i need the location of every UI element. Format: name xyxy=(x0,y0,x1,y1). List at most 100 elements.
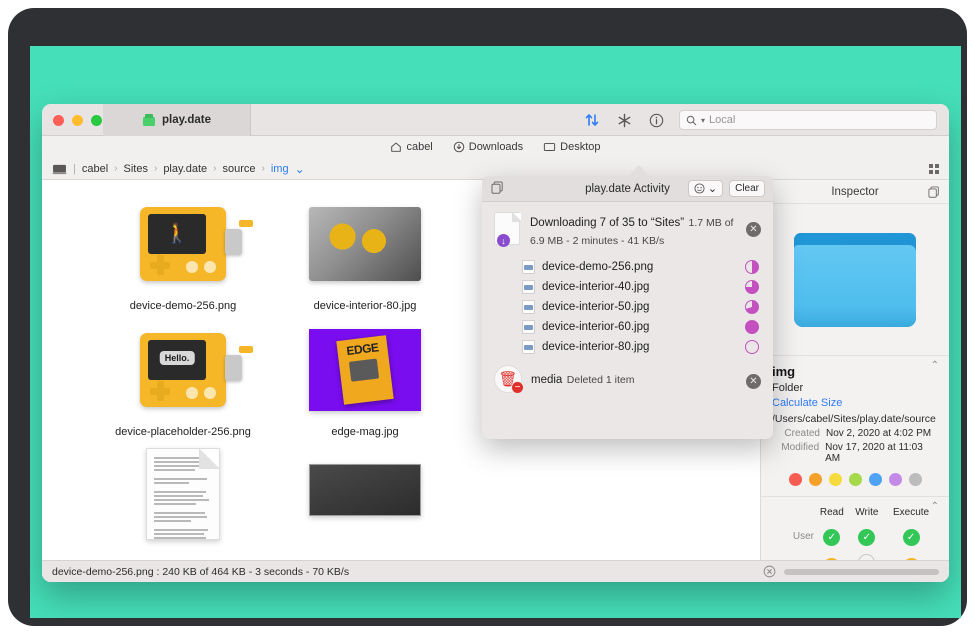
dismiss-deleted-button[interactable]: ✕ xyxy=(746,374,761,389)
perm-user-write[interactable]: ✓ xyxy=(858,529,875,546)
tag-color-row xyxy=(772,473,938,486)
download-task-info: Downloading 7 of 35 to “Sites” 1.7 MB of… xyxy=(530,212,738,249)
file-label: device-interior-80.jpg xyxy=(274,300,456,312)
modified-row: Modified Nov 17, 2020 at 11:03 AM xyxy=(772,442,938,464)
breadcrumb-img[interactable]: img xyxy=(271,163,289,175)
snowflake-icon[interactable] xyxy=(615,111,633,129)
transfer-row[interactable]: device-demo-256.png xyxy=(482,257,773,277)
info-circle-icon[interactable] xyxy=(647,111,665,129)
breadcrumb-separator: › xyxy=(114,163,117,174)
transfer-row[interactable]: device-interior-40.jpg xyxy=(482,277,773,297)
path-divider: | xyxy=(73,163,76,175)
calculate-size-link[interactable]: Calculate Size xyxy=(772,397,938,409)
file-item[interactable]: 🚶 device-demo-256.png xyxy=(92,196,274,312)
image-file-icon xyxy=(522,320,535,334)
face-icon xyxy=(694,183,705,194)
transfer-row[interactable]: device-interior-50.jpg xyxy=(482,297,773,317)
image-file-icon xyxy=(522,260,535,274)
hello-bubble-text: Hello. xyxy=(160,351,195,365)
progress-pie-icon xyxy=(745,340,759,354)
created-row: Created Nov 2, 2020 at 4:02 PM xyxy=(772,428,938,439)
modified-label: Modified xyxy=(772,442,819,464)
tag-orange[interactable] xyxy=(809,473,822,486)
perm-row-user: User ✓ ✓ ✓ xyxy=(772,523,938,550)
file-label: device-placeholder-256.png xyxy=(92,426,274,438)
inspector-header: Inspector xyxy=(761,180,949,204)
perm-col-write: Write xyxy=(850,507,885,523)
breadcrumb-separator: › xyxy=(262,163,265,174)
breadcrumb-cabel[interactable]: cabel xyxy=(82,163,108,175)
tag-red[interactable] xyxy=(789,473,802,486)
trash-icon: 🗑 − xyxy=(494,365,522,393)
favorite-label: Desktop xyxy=(560,141,600,153)
tab-play-date[interactable]: play.date xyxy=(103,104,251,136)
collapse-chevron-icon[interactable]: ⌃ xyxy=(931,360,939,371)
file-label: edge-mag.jpg xyxy=(274,426,456,438)
cancel-download-button[interactable]: ✕ xyxy=(746,222,761,237)
toolbar: ▾ Local xyxy=(583,104,949,136)
playdate-device-hello-thumbnail: Hello. xyxy=(127,322,239,418)
favorite-cabel[interactable]: cabel xyxy=(390,141,432,153)
breadcrumb-sites[interactable]: Sites xyxy=(124,163,148,175)
tag-green[interactable] xyxy=(849,473,862,486)
status-text: device-demo-256.png : 240 KB of 464 KB -… xyxy=(52,566,349,578)
text-document-thumbnail xyxy=(127,448,239,532)
blue-folder-icon xyxy=(794,233,916,327)
desktop-screen: play.date xyxy=(30,46,961,618)
tag-gray[interactable] xyxy=(909,473,922,486)
device-interior-photo-thumbnail xyxy=(309,196,421,292)
image-file-icon xyxy=(522,340,535,354)
status-bar: device-demo-256.png : 240 KB of 464 KB -… xyxy=(42,560,949,582)
file-item[interactable]: EDGE edge-mag.jpg xyxy=(274,322,456,438)
file-item[interactable] xyxy=(274,448,456,540)
transfer-file-name: device-interior-60.jpg xyxy=(542,321,738,333)
created-value: Nov 2, 2020 at 4:02 PM xyxy=(826,428,931,439)
activity-popover: play.date Activity ⌄ Clear xyxy=(482,176,773,439)
document-download-icon: ↓ xyxy=(494,212,522,246)
filter-menu-button[interactable]: ⌄ xyxy=(688,180,723,197)
favorite-desktop[interactable]: Desktop xyxy=(543,141,600,153)
chevron-down-icon[interactable]: ⌄ xyxy=(295,162,305,176)
file-item[interactable]: device-interior-80.jpg xyxy=(274,196,456,312)
transfers-arrows-icon[interactable] xyxy=(583,111,601,129)
breadcrumb-source[interactable]: source xyxy=(222,163,255,175)
grid-view-icon[interactable] xyxy=(929,164,939,174)
collapse-chevron-icon[interactable]: ⌃ xyxy=(931,501,939,512)
file-item[interactable]: Hello. device-placeholder-256.png xyxy=(92,322,274,438)
close-button[interactable] xyxy=(53,115,64,126)
clear-button[interactable]: Clear xyxy=(729,180,765,197)
popover-arrow xyxy=(628,165,650,177)
inspector-item-name: img xyxy=(772,364,938,379)
tag-yellow[interactable] xyxy=(829,473,842,486)
perm-user-execute[interactable]: ✓ xyxy=(903,529,920,546)
transfer-file-list: device-demo-256.png device-interior-40.j… xyxy=(482,257,773,357)
perm-user-read[interactable]: ✓ xyxy=(823,529,840,546)
transfer-file-name: device-demo-256.png xyxy=(542,261,738,273)
tag-blue[interactable] xyxy=(869,473,882,486)
search-input[interactable]: ▾ Local xyxy=(679,110,937,130)
copy-icon[interactable] xyxy=(928,186,940,198)
minimize-button[interactable] xyxy=(72,115,83,126)
transfer-row[interactable]: device-interior-60.jpg xyxy=(482,317,773,337)
file-item[interactable] xyxy=(92,448,274,540)
popover-actions: ⌄ Clear xyxy=(688,180,765,197)
favorite-downloads[interactable]: Downloads xyxy=(453,141,523,153)
download-badge-icon: ↓ xyxy=(497,234,510,247)
inspector-preview xyxy=(761,204,949,356)
file-label: device-demo-256.png xyxy=(92,300,274,312)
transfer-file-name: device-interior-50.jpg xyxy=(542,301,738,313)
progress-pie-icon xyxy=(745,260,759,274)
transfer-row[interactable]: device-interior-80.jpg xyxy=(482,337,773,357)
image-file-icon xyxy=(522,300,535,314)
inspector-info-section: ⌃ img Folder Calculate Size /Users/cabel… xyxy=(761,356,949,497)
tag-purple[interactable] xyxy=(889,473,902,486)
drive-icon[interactable] xyxy=(52,163,67,175)
search-chevron-icon[interactable]: ▾ xyxy=(701,116,705,125)
desktop-icon xyxy=(543,141,556,153)
favorite-label: Downloads xyxy=(469,141,523,153)
deleted-title: media xyxy=(531,374,562,386)
cancel-circle-icon[interactable] xyxy=(763,565,776,578)
breadcrumb-play-date[interactable]: play.date xyxy=(163,163,207,175)
perm-corner xyxy=(772,507,814,523)
zoom-button[interactable] xyxy=(91,115,102,126)
